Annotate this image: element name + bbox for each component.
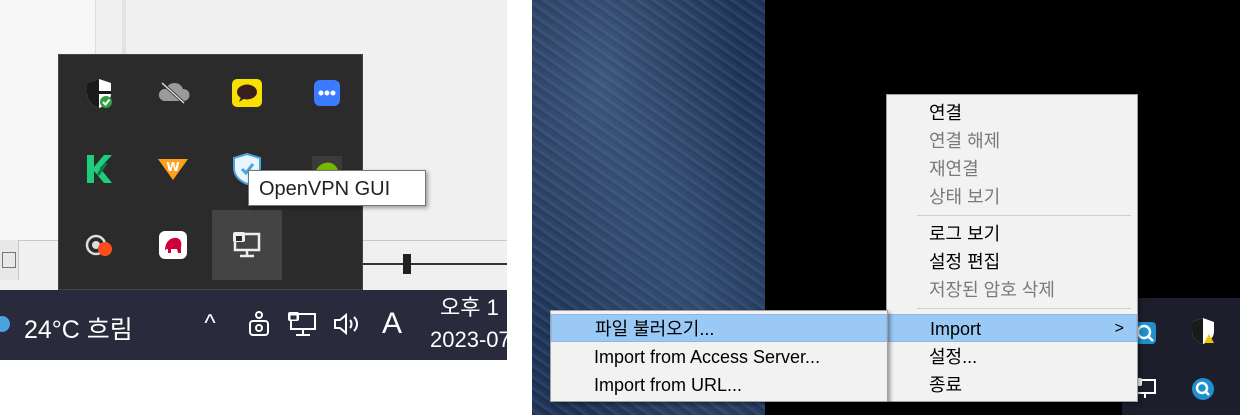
windows-security-icon[interactable] <box>64 58 134 128</box>
menu-item-edit-config[interactable]: 설정 편집 <box>887 248 1137 276</box>
background-toolbar <box>0 240 19 280</box>
menu-item-import[interactable]: Import > <box>887 314 1137 342</box>
openvpn-network-icon[interactable] <box>212 210 282 280</box>
menu-item-import-label: Import <box>930 319 982 339</box>
tooltip: OpenVPN GUI <box>248 170 426 206</box>
menu-item-exit[interactable]: 종료 <box>887 371 1137 399</box>
messenger-dots-icon[interactable] <box>292 58 362 128</box>
menu-item-connect[interactable]: 연결 <box>887 99 1137 127</box>
menu-separator <box>917 215 1131 216</box>
kakaotalk-icon[interactable] <box>212 58 282 128</box>
import-submenu: 파일 불러오기... Import from Access Server... … <box>550 310 888 402</box>
page-icon <box>2 252 16 268</box>
zoom-slider[interactable] <box>363 254 507 274</box>
svg-text:W: W <box>166 160 179 174</box>
menu-item-disconnect[interactable]: 연결 해제 <box>887 127 1137 155</box>
weather-icon[interactable] <box>0 316 10 332</box>
weather-text[interactable]: 24°C 흐림 <box>24 310 133 346</box>
taskbar: 24°C 흐림 ^ A 오후 1 2023-07 <box>0 290 507 360</box>
slider-thumb[interactable] <box>403 254 411 274</box>
submenu-item-import-file[interactable]: 파일 불러오기... <box>551 314 887 342</box>
slider-track <box>363 263 507 265</box>
background-divider <box>122 0 126 60</box>
submenu-item-import-url[interactable]: Import from URL... <box>551 371 887 399</box>
menu-item-settings[interactable]: 설정... <box>887 343 1137 371</box>
menu-item-view-log[interactable]: 로그 보기 <box>887 220 1137 248</box>
search-app-icon-2[interactable] <box>1188 374 1218 404</box>
left-screenshot-panel: W OpenVPN GUI 24°C 흐림 ^ A 오후 1 2023-07 <box>0 0 507 415</box>
menu-item-reconnect[interactable]: 재연결 <box>887 155 1137 183</box>
clock-date: 2023-07 <box>430 327 507 352</box>
camera-record-icon[interactable] <box>64 210 134 280</box>
submenu-item-import-access-server[interactable]: Import from Access Server... <box>551 343 887 371</box>
meet-now-icon[interactable] <box>244 308 274 340</box>
clock-time: 오후 1 <box>440 295 499 320</box>
security-warning-icon[interactable] <box>1188 316 1218 346</box>
menu-item-show-status[interactable]: 상태 보기 <box>887 183 1137 211</box>
right-screenshot-panel: 연결 연결 해제 재연결 상태 보기 로그 보기 설정 편집 저장된 암호 삭제… <box>532 0 1240 415</box>
onedrive-icon[interactable] <box>138 58 208 128</box>
vue-k-icon[interactable] <box>64 134 134 204</box>
show-hidden-icons-chevron-icon[interactable]: ^ <box>196 308 224 340</box>
menu-item-clear-saved-passwords[interactable]: 저장된 암호 삭제 <box>887 276 1137 304</box>
evernote-icon[interactable] <box>138 210 208 280</box>
clock[interactable]: 오후 1 2023-07 <box>430 292 507 356</box>
volume-icon[interactable] <box>330 308 364 340</box>
input-method-indicator[interactable]: A <box>376 307 408 340</box>
network-icon[interactable] <box>286 308 320 340</box>
submenu-arrow-icon: > <box>1114 320 1124 337</box>
menu-separator <box>917 308 1131 309</box>
w-app-icon[interactable]: W <box>138 134 208 204</box>
openvpn-context-menu: 연결 연결 해제 재연결 상태 보기 로그 보기 설정 편집 저장된 암호 삭제… <box>886 94 1138 402</box>
